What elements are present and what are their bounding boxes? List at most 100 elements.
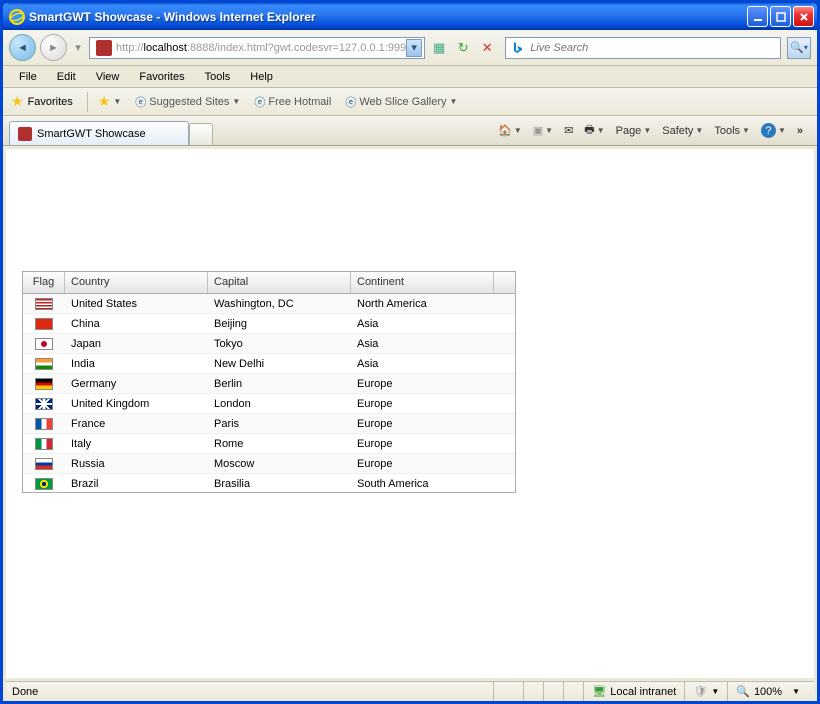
star-icon: ★ [11, 93, 24, 110]
page-menu[interactable]: Page▼ [612, 123, 656, 139]
free-hotmail[interactable]: ⓔFree Hotmail [250, 92, 335, 112]
cell-continent: Asia [351, 336, 494, 352]
protected-mode[interactable]: 🛡▼ [684, 682, 727, 701]
table-row[interactable]: ChinaBeijingAsia [23, 314, 515, 334]
menu-bar: File Edit View Favorites Tools Help [3, 66, 817, 88]
cell-continent: Asia [351, 356, 494, 372]
mail-icon: ✉ [564, 124, 573, 137]
window-title: SmartGWT Showcase - Windows Internet Exp… [29, 10, 745, 24]
cell-capital: Washington, DC [208, 296, 351, 312]
tab-bar: SmartGWT Showcase 🏠▼ ▣▼ ✉ 🖶▼ Page▼ Safet… [3, 116, 817, 146]
home-button[interactable]: 🏠▼ [494, 122, 526, 139]
security-zone[interactable]: 🖥Local intranet [583, 682, 684, 701]
tab-smartgwt-showcase[interactable]: SmartGWT Showcase [9, 121, 189, 145]
table-row[interactable]: ItalyRomeEurope [23, 434, 515, 454]
table-row[interactable]: GermanyBerlinEurope [23, 374, 515, 394]
address-bar[interactable]: http://localhost:8888/index.html?gwt.cod… [89, 37, 425, 59]
menu-tools[interactable]: Tools [195, 68, 241, 86]
col-continent[interactable]: Continent [351, 272, 494, 293]
refresh-button[interactable]: ↻ [453, 38, 473, 58]
cell-country: Russia [65, 456, 208, 472]
col-capital[interactable]: Capital [208, 272, 351, 293]
search-box[interactable] [505, 37, 781, 59]
table-row[interactable]: JapanTokyoAsia [23, 334, 515, 354]
bing-icon [510, 40, 526, 56]
col-country[interactable]: Country [65, 272, 208, 293]
toolbar-overflow[interactable]: » [793, 123, 807, 139]
cell-continent: Europe [351, 436, 494, 452]
tools-menu[interactable]: Tools▼ [710, 123, 754, 139]
grid-header: Flag Country Capital Continent [23, 272, 515, 294]
cell-country: France [65, 416, 208, 432]
table-row[interactable]: RussiaMoscowEurope [23, 454, 515, 474]
site-favicon [96, 40, 112, 56]
feeds-button[interactable]: ▣▼ [529, 122, 557, 139]
cell-continent: Europe [351, 416, 494, 432]
print-button[interactable]: 🖶▼ [580, 119, 608, 142]
close-button[interactable] [793, 6, 814, 27]
cell-country: Italy [65, 436, 208, 452]
shield-icon: 🛡 [693, 685, 707, 698]
flag-icon [35, 398, 53, 410]
cell-country: Germany [65, 376, 208, 392]
status-text: Done [12, 686, 38, 698]
forward-button[interactable]: ► [40, 34, 67, 61]
cell-country: China [65, 316, 208, 332]
flag-icon [35, 338, 53, 350]
url-dropdown[interactable]: ▾ [406, 39, 422, 57]
zoom-icon: 🔍 [736, 685, 750, 698]
menu-file[interactable]: File [9, 68, 47, 86]
cell-country: Japan [65, 336, 208, 352]
flag-icon [35, 478, 53, 490]
cell-capital: Moscow [208, 456, 351, 472]
menu-edit[interactable]: Edit [47, 68, 86, 86]
help-button[interactable]: ?▼ [757, 121, 790, 140]
cell-capital: New Delhi [208, 356, 351, 372]
table-row[interactable]: United StatesWashington, DCNorth America [23, 294, 515, 314]
cell-capital: London [208, 396, 351, 412]
cell-continent: Europe [351, 376, 494, 392]
add-to-favorites[interactable]: ★▼ [94, 91, 125, 112]
cell-capital: Beijing [208, 316, 351, 332]
cell-capital: Paris [208, 416, 351, 432]
favorites-button[interactable]: ★Favorites [11, 93, 73, 110]
ie-icon [9, 9, 25, 25]
flag-icon [35, 298, 53, 310]
back-button[interactable]: ◄ [9, 34, 36, 61]
minimize-button[interactable] [747, 6, 768, 27]
maximize-button[interactable] [770, 6, 791, 27]
suggested-sites[interactable]: ⓔSuggested Sites▼ [131, 92, 244, 112]
menu-favorites[interactable]: Favorites [129, 68, 194, 86]
cell-capital: Brasilia [208, 476, 351, 492]
search-input[interactable] [530, 42, 776, 54]
rss-icon: ▣ [533, 124, 543, 137]
url-text[interactable]: http://localhost:8888/index.html?gwt.cod… [116, 42, 406, 54]
web-slice-gallery[interactable]: ⓔWeb Slice Gallery▼ [341, 92, 461, 112]
col-flag[interactable]: Flag [23, 272, 65, 293]
flag-icon [35, 318, 53, 330]
table-row[interactable]: FranceParisEurope [23, 414, 515, 434]
flag-icon [35, 438, 53, 450]
table-row[interactable]: United KingdomLondonEurope [23, 394, 515, 414]
cell-continent: South America [351, 476, 494, 492]
ie-small-icon: ⓔ [254, 94, 265, 110]
table-row[interactable]: IndiaNew DelhiAsia [23, 354, 515, 374]
search-go-button[interactable]: 🔍▾ [787, 37, 811, 59]
menu-view[interactable]: View [86, 68, 130, 86]
flag-icon [35, 418, 53, 430]
cell-capital: Berlin [208, 376, 351, 392]
new-tab-button[interactable] [189, 123, 213, 145]
grid-body[interactable]: United StatesWashington, DCNorth America… [23, 294, 515, 492]
menu-help[interactable]: Help [240, 68, 283, 86]
cell-continent: North America [351, 296, 494, 312]
titlebar[interactable]: SmartGWT Showcase - Windows Internet Exp… [3, 3, 817, 30]
stop-button[interactable]: ✕ [477, 38, 497, 58]
page-content: Flag Country Capital Continent United St… [6, 149, 814, 678]
cell-capital: Tokyo [208, 336, 351, 352]
nav-history-dropdown[interactable]: ▾ [71, 34, 85, 61]
read-mail-button[interactable]: ✉ [560, 122, 577, 139]
table-row[interactable]: BrazilBrasiliaSouth America [23, 474, 515, 492]
zoom-control[interactable]: 🔍100%▼ [727, 682, 808, 701]
safety-menu[interactable]: Safety▼ [658, 123, 707, 139]
compat-view-icon[interactable]: ▦ [429, 38, 449, 58]
